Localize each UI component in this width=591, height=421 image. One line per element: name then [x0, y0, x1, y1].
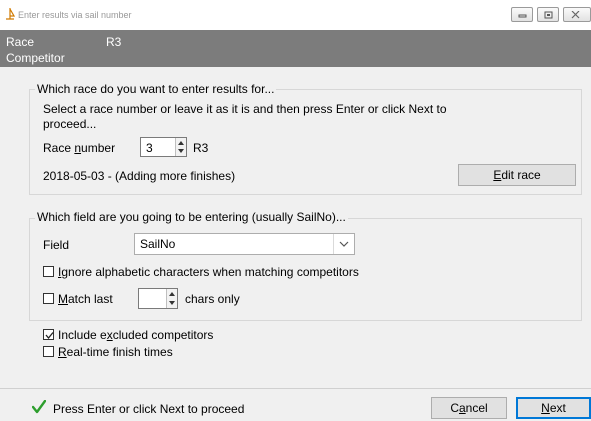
include-excluded-checkbox[interactable] — [43, 329, 54, 340]
include-excluded-pre: Include e — [58, 328, 107, 342]
checkmark-icon — [32, 400, 46, 414]
race-instruction-line1: Select a race number or leave it as it i… — [43, 102, 447, 116]
cancel-accel: a — [458, 401, 466, 415]
realtime-checkbox[interactable] — [43, 346, 54, 357]
maximize-icon — [544, 11, 553, 19]
race-info: 2018-05-03 - (Adding more finishes) — [43, 169, 236, 183]
app-icon — [6, 8, 15, 20]
field-select[interactable]: SailNo — [134, 233, 355, 255]
close-icon — [571, 11, 580, 19]
window-title: Enter results via sail number — [18, 10, 132, 20]
realtime-text: eal-time finish times — [66, 345, 173, 359]
header-race-label: Race — [6, 35, 35, 49]
race-number-label: Race number — [43, 141, 115, 155]
race-number-spinner[interactable]: 3 — [140, 137, 187, 157]
include-excluded-post: cluded competitors — [112, 328, 214, 342]
match-last-accel: M — [58, 292, 68, 306]
race-header: Race R3 Competitor — [0, 30, 591, 67]
check-icon — [45, 332, 54, 340]
realtime-label[interactable]: Real-time finish times — [58, 345, 173, 359]
ignore-alpha-label[interactable]: Ignore alphabetic characters when matchi… — [58, 265, 359, 279]
race-group-title: Which race do you want to enter results … — [35, 82, 277, 96]
next-button[interactable]: Next — [516, 397, 591, 419]
maximize-button[interactable] — [537, 7, 559, 22]
match-last-spin-buttons[interactable] — [166, 289, 177, 308]
minimize-icon — [518, 14, 527, 18]
realtime-accel: R — [58, 345, 67, 359]
header-competitor-label: Competitor — [6, 51, 65, 65]
match-last-checkbox[interactable] — [43, 293, 54, 304]
race-code: R3 — [193, 141, 209, 155]
field-group-title: Which field are you going to be entering… — [35, 210, 348, 224]
field-label: Field — [43, 238, 70, 252]
cancel-button[interactable]: Cancel — [431, 397, 507, 419]
race-number-value: 3 — [146, 141, 153, 155]
close-button[interactable] — [563, 7, 591, 22]
field-select-value: SailNo — [140, 237, 176, 251]
header-race-value: R3 — [106, 35, 122, 49]
race-number-label-pre: Race — [43, 141, 75, 155]
edit-race-button[interactable]: Edit race — [458, 164, 576, 186]
ignore-alpha-text: gnore alphabetic characters when matchin… — [61, 265, 359, 279]
title-bar: Enter results via sail number — [0, 0, 591, 30]
spin-down-icon — [178, 149, 184, 153]
next-label: ext — [549, 401, 566, 415]
chevron-down-icon — [339, 241, 349, 247]
race-number-spin-buttons[interactable] — [175, 138, 186, 156]
race-number-label-post: umber — [81, 141, 116, 155]
minimize-button[interactable] — [511, 7, 533, 22]
spin-up-icon — [178, 141, 184, 145]
field-select-arrow[interactable] — [333, 234, 354, 254]
race-instruction-line2: proceed... — [43, 117, 97, 131]
status-text: Press Enter or click Next to proceed — [53, 402, 245, 416]
edit-race-label: dit race — [501, 168, 541, 182]
footer-divider — [0, 388, 591, 389]
match-last-label[interactable]: Match last — [58, 292, 113, 306]
cancel-post: ncel — [465, 401, 488, 415]
cancel-pre: C — [450, 401, 459, 415]
chars-only-label: chars only — [185, 292, 240, 306]
ignore-alpha-checkbox[interactable] — [43, 266, 54, 277]
include-excluded-label[interactable]: Include excluded competitors — [58, 328, 213, 342]
match-last-text: atch last — [68, 292, 113, 306]
match-last-spinner[interactable] — [138, 288, 178, 309]
spin-down-icon — [169, 301, 175, 305]
next-accel: N — [541, 401, 550, 415]
spin-up-icon — [169, 292, 175, 296]
